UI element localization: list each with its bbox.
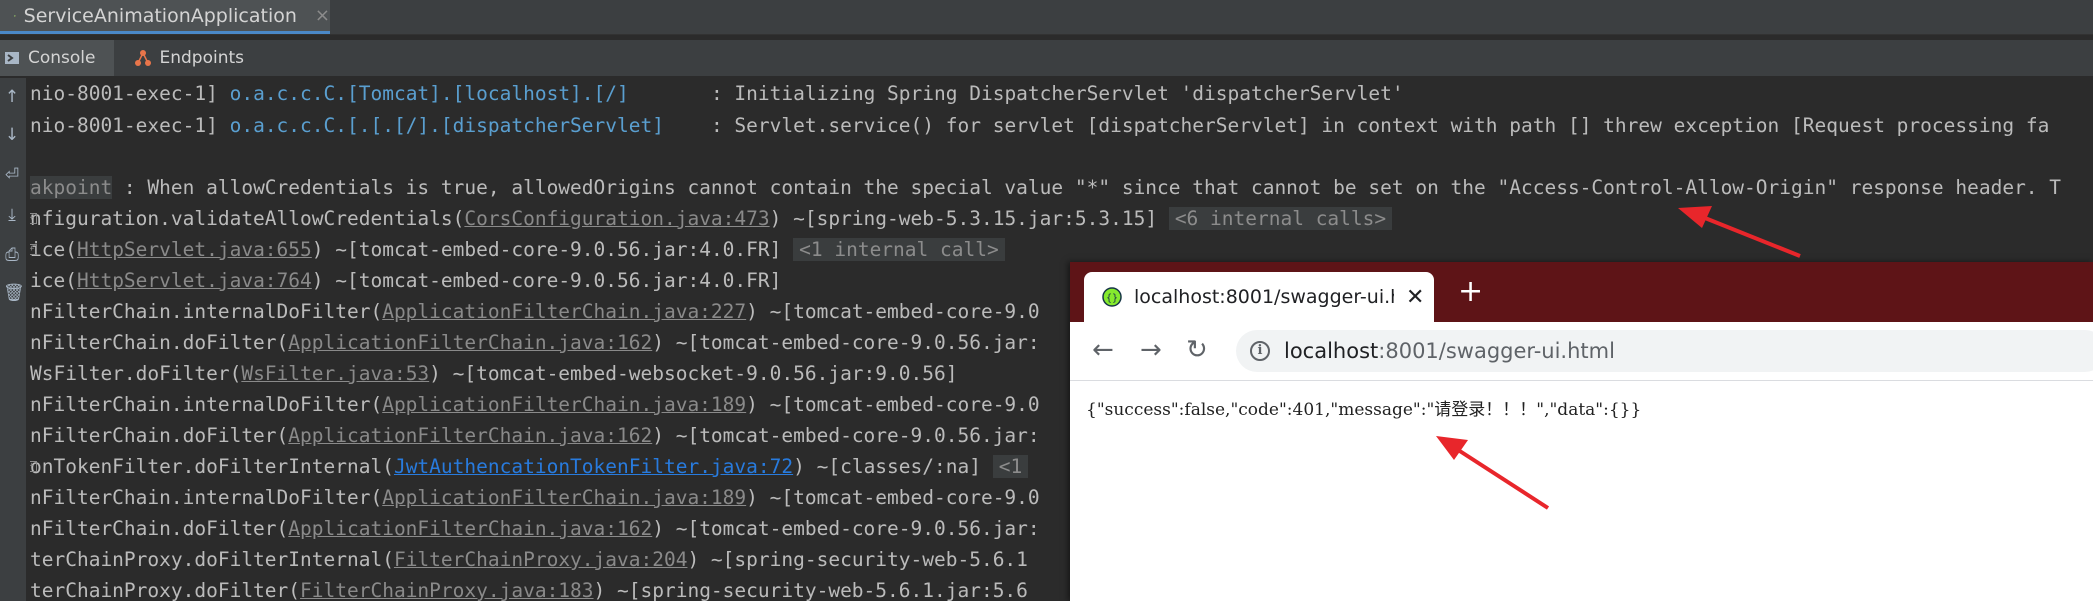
- stack-frame: terChainProxy.doFilter(FilterChainProxy.…: [30, 579, 1028, 601]
- stack-frame: nFilterChain.internalDoFilter(Applicatio…: [30, 486, 1040, 509]
- folded-calls[interactable]: <6 internal calls>: [1168, 207, 1393, 230]
- stack-frame: nFilterChain.doFilter(ApplicationFilterC…: [30, 517, 1040, 540]
- console-toolbar: ↑ ↓ ⏎ ⤓ ⎙ 🗑: [0, 78, 26, 601]
- reload-icon[interactable]: ↻: [1186, 336, 1208, 364]
- source-link[interactable]: JwtAuthencationTokenFilter.java:72: [394, 455, 793, 478]
- url-text[interactable]: localhost:8001/swagger-ui.html: [1284, 339, 1615, 363]
- source-link[interactable]: FilterChainProxy.java:204: [394, 548, 688, 571]
- browser-window: {} localhost:8001/swagger-ui.html ✕ + ← …: [1070, 262, 2093, 601]
- forward-icon[interactable]: →: [1140, 336, 1162, 364]
- info-icon[interactable]: i: [1250, 341, 1270, 361]
- soft-wrap-icon[interactable]: ⏎: [3, 166, 21, 184]
- browser-toolbar: ← → ↻ i localhost:8001/swagger-ui.html: [1070, 322, 2093, 381]
- log-line: nio-8001-exec-1] o.a.c.c.C.[Tomcat].[loc…: [30, 82, 1404, 105]
- log-line-exception: akpoint : When allowCredentials is true,…: [30, 176, 2062, 199]
- logger-name: o.a.c.c.C.[Tomcat].[localhost].[/]: [229, 82, 629, 105]
- stack-frame: ice(HttpServlet.java:764) ~[tomcat-embed…: [30, 269, 782, 292]
- stack-frame: nFilterChain.doFilter(ApplicationFilterC…: [30, 331, 1040, 354]
- console-icon: [5, 52, 19, 64]
- tab-console[interactable]: Console: [0, 40, 114, 76]
- stack-frame: nFilterChain.doFilter(ApplicationFilterC…: [30, 424, 1040, 447]
- stack-frame: nFilterChain.internalDoFilter(Applicatio…: [30, 300, 1040, 323]
- stack-frame: terChainProxy.doFilterInternal(FilterCha…: [30, 548, 1028, 571]
- tab-endpoints[interactable]: Endpoints: [114, 40, 263, 76]
- source-link[interactable]: HttpServlet.java:764: [77, 269, 312, 292]
- source-link[interactable]: ApplicationFilterChain.java:189: [382, 486, 746, 509]
- source-link[interactable]: ApplicationFilterChain.java:162: [288, 517, 652, 540]
- breakpoint-link[interactable]: akpoint: [30, 176, 113, 199]
- arrow-up-icon[interactable]: ↑: [3, 88, 21, 106]
- run-tab-bar: ServiceAnimationApplication ×: [0, 0, 2093, 35]
- svg-text:{}: {}: [1106, 293, 1118, 304]
- expand-icon[interactable]: +: [30, 244, 37, 255]
- stack-frame: WsFilter.doFilter(WsFilter.java:53) ~[to…: [30, 362, 958, 385]
- address-bar[interactable]: i localhost:8001/swagger-ui.html: [1236, 330, 2093, 372]
- stack-frame: + ice(HttpServlet.java:655) ~[tomcat-embe…: [30, 236, 1005, 264]
- close-icon[interactable]: ✕: [1406, 285, 1424, 310]
- stack-frame: nFilterChain.internalDoFilter(Applicatio…: [30, 393, 1040, 416]
- trash-icon[interactable]: 🗑: [3, 284, 25, 302]
- source-link[interactable]: ApplicationFilterChain.java:162: [288, 331, 652, 354]
- tab-endpoints-label: Endpoints: [159, 48, 245, 68]
- run-tab-service-animation[interactable]: ServiceAnimationApplication ×: [0, 0, 330, 34]
- logger-name: o.a.c.c.C.[.[.[/].[dispatcherServlet]: [229, 114, 664, 137]
- scroll-to-end-icon[interactable]: ⤓: [3, 206, 21, 224]
- source-link[interactable]: ApplicationFilterChain.java:162: [288, 424, 652, 447]
- expand-icon[interactable]: +: [30, 461, 37, 472]
- source-link[interactable]: WsFilter.java:53: [241, 362, 429, 385]
- folded-calls[interactable]: <1 internal call>: [793, 238, 1005, 261]
- run-tab-title: ServiceAnimationApplication: [23, 4, 297, 27]
- endpoints-icon: [134, 50, 151, 66]
- print-icon[interactable]: ⎙: [3, 246, 21, 264]
- source-link[interactable]: HttpServlet.java:655: [77, 238, 312, 261]
- stack-frame: + onTokenFilter.doFilterInternal(JwtAuthe…: [30, 453, 1029, 481]
- log-line: nio-8001-exec-1] o.a.c.c.C.[.[.[/].[disp…: [30, 114, 2050, 137]
- folded-calls[interactable]: <1: [992, 455, 1029, 478]
- back-icon[interactable]: ←: [1092, 336, 1114, 364]
- new-tab-button[interactable]: +: [1458, 274, 1483, 310]
- tab-console-label: Console: [28, 48, 96, 68]
- arrow-down-icon[interactable]: ↓: [3, 126, 21, 144]
- expand-icon[interactable]: +: [30, 213, 37, 224]
- browser-tab-title: localhost:8001/swagger-ui.html: [1134, 286, 1394, 308]
- source-link[interactable]: ApplicationFilterChain.java:189: [382, 393, 746, 416]
- browser-tab[interactable]: {} localhost:8001/swagger-ui.html ✕: [1084, 272, 1434, 322]
- source-link[interactable]: ApplicationFilterChain.java:227: [382, 300, 746, 323]
- spring-boot-icon: [14, 14, 16, 17]
- browser-tab-strip: {} localhost:8001/swagger-ui.html ✕ +: [1070, 262, 2093, 322]
- close-icon[interactable]: ×: [315, 5, 330, 26]
- source-link[interactable]: FilterChainProxy.java:183: [300, 579, 594, 601]
- source-link[interactable]: CorsConfiguration.java:473: [464, 207, 769, 230]
- stack-frame: + nfiguration.validateAllowCredentials(Co…: [30, 205, 1393, 233]
- tool-tab-bar: Console Endpoints: [0, 40, 2093, 77]
- swagger-favicon-icon: {}: [1102, 287, 1122, 307]
- json-response: {"success":false,"code":401,"message":"请…: [1086, 400, 1642, 420]
